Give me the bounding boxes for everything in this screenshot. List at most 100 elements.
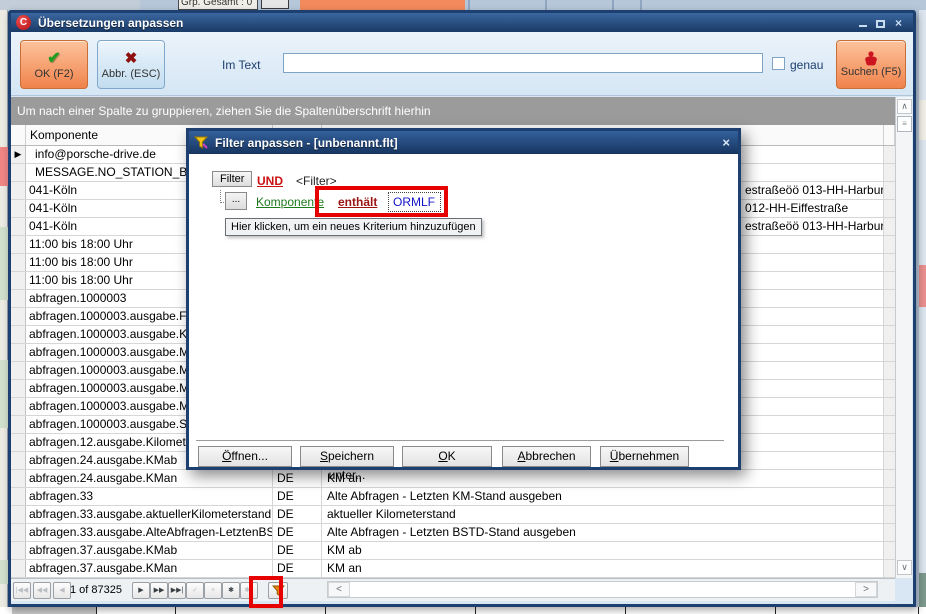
row-filler [884, 524, 895, 541]
background-divider [640, 0, 642, 10]
filter-dialog-close-icon[interactable]: × [722, 135, 730, 150]
row-filler [884, 272, 895, 289]
background-app-right-strip [919, 10, 926, 607]
background-app-left-strip [0, 10, 8, 614]
table-row[interactable]: abfragen.24.ausgabe.KManDEKM an [11, 470, 895, 488]
nav-next[interactable]: ▶ [132, 582, 150, 599]
dialog-button-ok[interactable]: OK [402, 446, 492, 467]
horizontal-scrollbar[interactable]: < > [327, 581, 878, 598]
filter-funnel-icon [272, 585, 285, 597]
criterion-more-button[interactable]: ... [225, 192, 247, 210]
row-filler [884, 236, 895, 253]
table-row[interactable]: abfragen.33.ausgabe.AlteAbfragen-Letzten… [11, 524, 895, 542]
background-cell-tan [919, 100, 926, 140]
row-filler [884, 326, 895, 343]
background-cell-green [919, 573, 926, 607]
row-filler [884, 290, 895, 307]
cancel-button-label: Abbr. (ESC) [102, 68, 161, 80]
vertical-scrollbar[interactable]: ∧ ≡ ∨ [895, 97, 912, 578]
row-filler [884, 452, 895, 469]
close-button[interactable]: × [892, 17, 905, 28]
minimize-button[interactable] [856, 17, 869, 28]
table-row[interactable]: abfragen.37.ausgabe.KManDEKM an [11, 560, 895, 578]
search-button[interactable]: Suchen (F5) [836, 40, 906, 89]
background-gridline [625, 607, 626, 614]
cell-uebersetzung: KM an [322, 470, 884, 487]
binoculars-icon [862, 51, 880, 66]
filter-operator-link[interactable]: UND [257, 174, 283, 188]
maximize-button[interactable] [874, 17, 887, 28]
cell-sprache: DE [273, 524, 322, 541]
table-row[interactable]: abfragen.33.ausgabe.aktuellerKilometerst… [11, 506, 895, 524]
window-title: Übersetzungen anpassen [38, 16, 183, 30]
background-gridline [325, 607, 326, 614]
dialog-separator [196, 440, 724, 442]
filter-root-button[interactable]: Filter [212, 171, 252, 187]
filter-dialog-content: Filter UND <Filter> ... Komponente enthä… [189, 154, 738, 467]
background-cell-red [919, 265, 926, 307]
criterion-value-input[interactable]: ORMLF [388, 192, 441, 212]
filter-dialog-title: Filter anpassen - [unbenannt.flt] [215, 136, 398, 150]
cancel-button[interactable]: ✖ Abbr. (ESC) [97, 40, 165, 89]
background-cell-gray [12, 607, 97, 614]
scroll-up-button[interactable]: ∧ [897, 99, 912, 114]
im-text-input[interactable] [283, 53, 763, 73]
filter-placeholder[interactable]: <Filter> [296, 174, 337, 188]
background-divider [612, 0, 614, 10]
window-titlebar: C Übersetzungen anpassen × [11, 13, 913, 32]
table-row[interactable]: abfragen.37.ausgabe.KMabDEKM ab [11, 542, 895, 560]
cell-text-fragment: estraßeöö 013-HH-Harburg [745, 218, 884, 235]
row-indicator-cell [11, 344, 26, 361]
row-filler [884, 470, 895, 487]
background-orange-segment [300, 0, 465, 10]
nav-next-page[interactable]: ▶▶ [150, 582, 168, 599]
x-icon: ✖ [125, 50, 138, 68]
dialog-button-ffnen[interactable]: Öffnen... [198, 446, 292, 467]
vertical-scroll-thumb[interactable]: ≡ [897, 116, 912, 132]
nav-last[interactable]: ▶▶| [168, 582, 186, 599]
dialog-button-abbrechen[interactable]: Abbrechen [502, 446, 591, 467]
row-indicator-cell [11, 236, 26, 253]
row-filler [884, 308, 895, 325]
row-filler [884, 542, 895, 559]
cell-sprache: DE [273, 542, 322, 559]
current-row-indicator: ▶ [11, 146, 26, 163]
row-filler [884, 560, 895, 577]
row-indicator-cell [11, 380, 26, 397]
criterion-field-link[interactable]: Komponente [256, 195, 324, 209]
cell-uebersetzung: Alte Abfragen - Letzten KM-Stand ausgebe… [322, 488, 884, 505]
criterion-operator-link[interactable]: enthält [338, 195, 377, 209]
cell-komponente: abfragen.37.ausgabe.KMan [26, 560, 273, 577]
background-divider [545, 0, 547, 10]
table-row[interactable]: abfragen.33DEAlte Abfragen - Letzten KM-… [11, 488, 895, 506]
cell-text-fragment: 012-HH-Eiffestraße [745, 200, 848, 217]
scroll-right-button[interactable]: > [855, 582, 877, 597]
row-indicator-cell [11, 416, 26, 433]
row-filler [884, 218, 895, 235]
nav-insert[interactable]: ✱ [222, 582, 240, 599]
row-indicator-cell [11, 470, 26, 487]
nav-filter-button[interactable] [268, 582, 288, 599]
dialog-button-speichernunter[interactable]: Speichern unter... [300, 446, 394, 467]
row-indicator-cell [11, 362, 26, 379]
background-gridline [918, 607, 919, 614]
row-indicator-cell [11, 542, 26, 559]
background-status-fragment: Grp. Gesamt : 0 [178, 0, 258, 10]
scroll-down-button[interactable]: ∨ [897, 560, 912, 575]
background-app-top-strip: Grp. Gesamt : 0 [0, 0, 926, 10]
row-filler [884, 434, 895, 451]
scroll-left-button[interactable]: < [328, 582, 350, 597]
row-indicator-cell [11, 524, 26, 541]
row-filler [884, 416, 895, 433]
dialog-button-bernehmen[interactable]: Übernehmen [600, 446, 689, 467]
cell-sprache: DE [273, 488, 322, 505]
row-filler [884, 362, 895, 379]
ok-button-label: OK (F2) [34, 68, 73, 80]
ok-button[interactable]: ✔ OK (F2) [20, 40, 88, 89]
row-indicator-cell [11, 326, 26, 343]
group-by-bar: Um nach einer Spalte zu gruppieren, zieh… [11, 97, 895, 125]
row-filler [884, 182, 895, 199]
row-indicator-cell [11, 290, 26, 307]
genau-checkbox[interactable] [772, 57, 785, 70]
cell-komponente: abfragen.37.ausgabe.KMab [26, 542, 273, 559]
